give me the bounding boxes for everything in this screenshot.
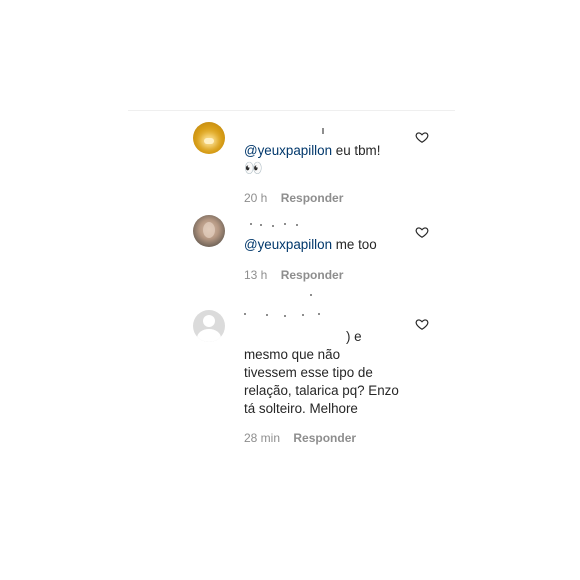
comment-item: ) e mesmo que não tivessem esse tipo de … [193, 294, 443, 454]
reply-button[interactable]: Responder [293, 431, 356, 445]
comment-text: @yeuxpapillon me too [244, 236, 377, 254]
comment-time[interactable]: 28 min [244, 431, 280, 445]
eyes-emoji: 👀 [244, 160, 264, 177]
comment-line: relação, talarica pq? Enzo [244, 383, 399, 398]
redacted-username [244, 128, 334, 136]
comment-text: @yeuxpapillon eu tbm! [244, 142, 380, 160]
reply-button[interactable]: Responder [281, 268, 344, 282]
comment-line: tivessem esse tipo de [244, 365, 373, 380]
comment-item: @yeuxpapillon me too 13 h Responder [193, 215, 443, 285]
top-divider [128, 110, 455, 111]
comment-line: mesmo que não [244, 347, 341, 362]
comment-meta: 13 h Responder [244, 268, 343, 282]
redacted-username [244, 221, 334, 229]
comment-meta: 28 min Responder [244, 431, 356, 445]
redacted-username [244, 294, 334, 328]
comment-body: me too [332, 237, 377, 252]
avatar[interactable] [193, 310, 225, 342]
mention-link[interactable]: @yeuxpapillon [244, 143, 332, 158]
comment-fragment: ) e [346, 328, 362, 346]
comment-item: @yeuxpapillon eu tbm! 👀 20 h Responder [193, 122, 443, 212]
comment-emoji: 👀 [244, 160, 264, 178]
comment-time[interactable]: 20 h [244, 191, 267, 205]
avatar[interactable] [193, 215, 225, 247]
comment-time[interactable]: 13 h [244, 268, 267, 282]
comment-line: tá solteiro. Melhore [244, 401, 358, 416]
avatar[interactable] [193, 122, 225, 154]
comment-meta: 20 h Responder [244, 191, 343, 205]
comment-text: mesmo que não tivessem esse tipo de rela… [244, 346, 399, 418]
heart-outline-icon[interactable] [415, 130, 429, 144]
comment-body: eu tbm! [332, 143, 381, 158]
fragment-text: ) e [346, 329, 362, 344]
default-avatar-body [197, 329, 221, 342]
heart-outline-icon[interactable] [415, 317, 429, 331]
reply-button[interactable]: Responder [281, 191, 344, 205]
heart-outline-icon[interactable] [415, 225, 429, 239]
default-avatar-head [203, 315, 215, 327]
mention-link[interactable]: @yeuxpapillon [244, 237, 332, 252]
